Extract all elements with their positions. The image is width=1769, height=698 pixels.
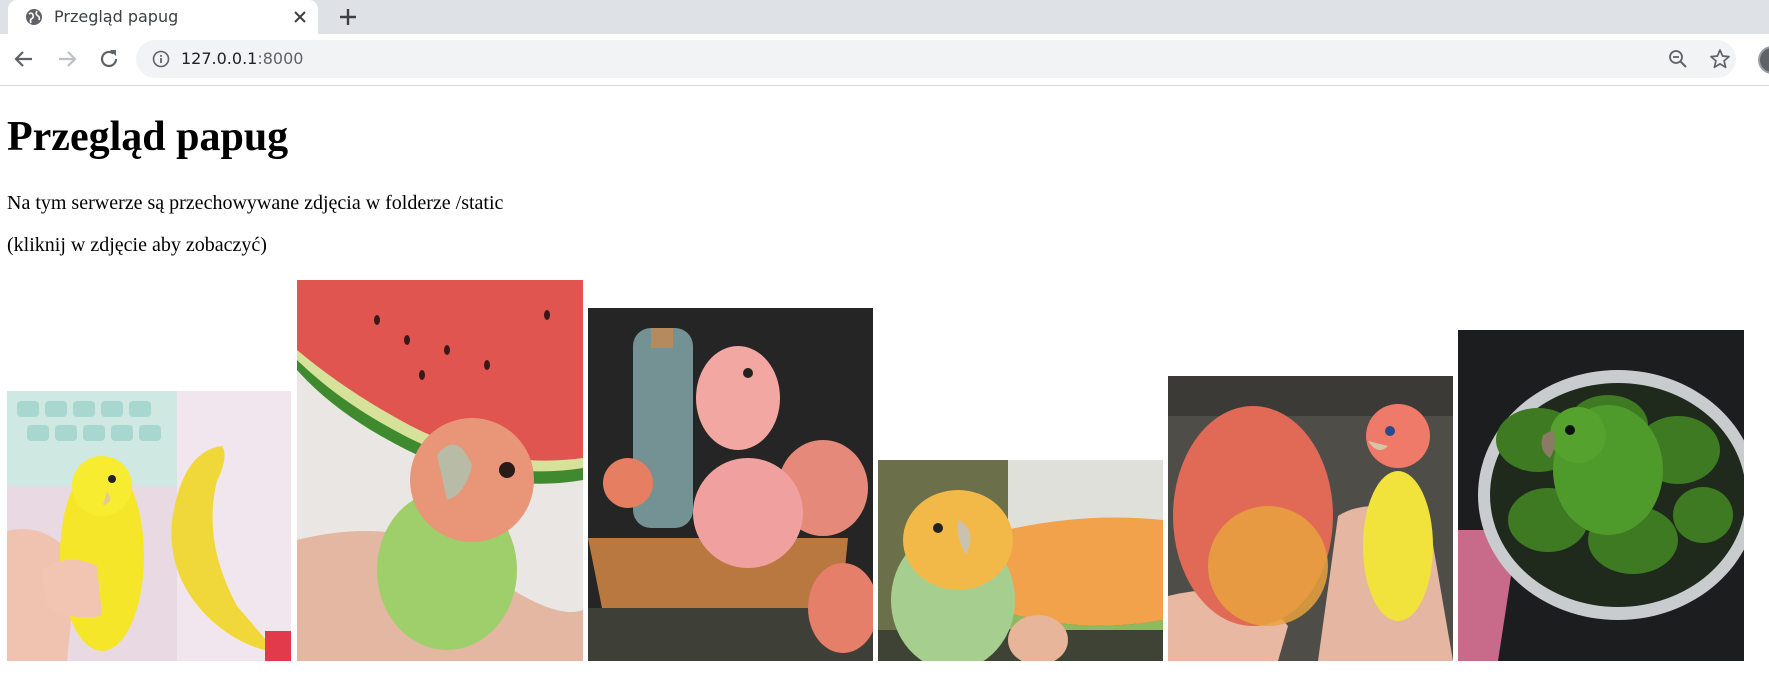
- new-tab-plus-icon[interactable]: [336, 5, 360, 29]
- info-icon[interactable]: [152, 50, 170, 68]
- parrot-photo-4[interactable]: [878, 460, 1163, 661]
- page-title: Przegląd papug: [7, 114, 289, 160]
- globe-icon: [25, 8, 43, 26]
- parrot-photo-5[interactable]: [1168, 376, 1453, 661]
- page-content: Przegląd papug Na tym serwerze są przech…: [0, 87, 1769, 698]
- zoom-out-icon[interactable]: [1668, 49, 1688, 69]
- browser-tab[interactable]: Przegląd papug: [8, 0, 318, 34]
- parrot-photo-6[interactable]: [1458, 330, 1744, 661]
- parrot-photo-1[interactable]: [7, 391, 291, 661]
- close-tab-icon[interactable]: [290, 7, 310, 27]
- address-bar[interactable]: 127.0.0.1:8000: [136, 40, 1736, 78]
- url-text[interactable]: 127.0.0.1:8000: [181, 49, 303, 69]
- tab-title: Przegląd papug: [54, 7, 179, 26]
- forward-arrow-icon[interactable]: [54, 46, 80, 72]
- back-arrow-icon[interactable]: [11, 46, 37, 72]
- url-port: :8000: [257, 49, 304, 68]
- tab-strip: Przegląd papug: [0, 0, 1769, 34]
- browser-toolbar: 127.0.0.1:8000: [0, 34, 1769, 86]
- page-description: Na tym serwerze są przechowywane zdjęcia…: [7, 192, 504, 214]
- reload-icon[interactable]: [96, 46, 122, 72]
- profile-avatar[interactable]: [1758, 46, 1769, 74]
- parrot-photo-3[interactable]: [588, 308, 873, 661]
- click-hint: (kliknij w zdjęcie aby zobaczyć): [7, 234, 267, 256]
- bookmark-star-icon[interactable]: [1709, 48, 1731, 70]
- url-host: 127.0.0.1: [181, 49, 258, 68]
- parrot-photo-2[interactable]: [297, 280, 583, 661]
